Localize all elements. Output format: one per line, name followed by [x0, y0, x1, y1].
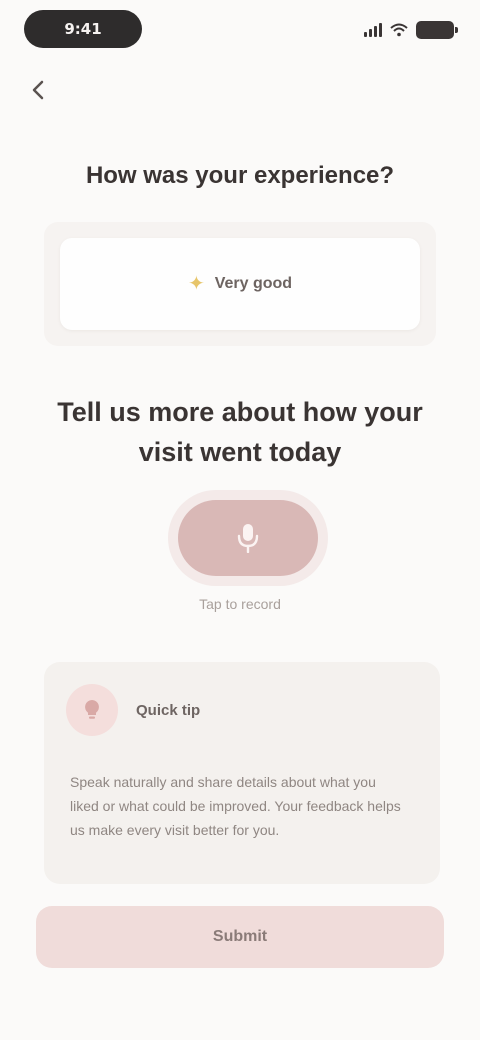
lightbulb-icon: [85, 700, 99, 719]
status-bar: 9:41: [0, 0, 480, 60]
tip-card: Quick tip Speak naturally and share deta…: [44, 662, 440, 884]
wifi-icon: [390, 23, 408, 37]
chevron-left-icon: [32, 80, 44, 100]
tip-header: Quick tip: [66, 684, 418, 736]
selected-answer-chip[interactable]: ✦ Very good: [60, 238, 420, 330]
tip-title: Quick tip: [136, 701, 201, 719]
record-button[interactable]: [178, 500, 318, 576]
back-button[interactable]: [22, 74, 54, 106]
battery-icon: [416, 21, 458, 39]
question-title: How was your experience?: [85, 162, 395, 189]
microphone-icon: [237, 524, 259, 553]
tip-avatar: [66, 684, 118, 736]
answer-box: ✦ Very good: [44, 222, 436, 346]
answer-label: Very good: [214, 275, 293, 292]
prompt-heading: Tell us more about how your visit went t…: [57, 397, 423, 467]
feedback-screen: 9:41 How was your experience? ✦ Very goo…: [0, 0, 480, 1040]
status-time: 9:41: [24, 10, 142, 48]
submit-button[interactable]: Submit: [36, 906, 444, 968]
record-caption: Tap to record: [199, 596, 281, 612]
sparkle-icon: ✦: [187, 273, 205, 295]
signal-icon: [364, 23, 382, 37]
tip-body: Speak naturally and share details about …: [70, 774, 401, 838]
status-icons: [364, 18, 458, 42]
